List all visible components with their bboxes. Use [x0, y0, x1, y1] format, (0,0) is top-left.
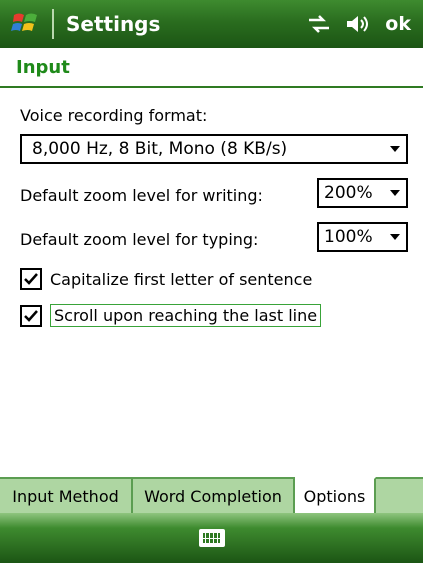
title-bar: Settings ok — [0, 0, 423, 48]
menu-bar — [0, 513, 423, 563]
chevron-down-icon — [390, 190, 400, 196]
keyboard-icon[interactable] — [198, 529, 225, 547]
tab-word-completion[interactable]: Word Completion — [133, 479, 295, 513]
chevron-down-icon — [390, 234, 400, 240]
checkmark-icon — [24, 309, 38, 322]
chevron-down-icon — [390, 146, 400, 152]
zoom-writing-value: 200% — [324, 183, 373, 203]
page-header: Input — [0, 48, 423, 88]
scroll-checkbox-row[interactable]: Scroll upon reaching the last line — [20, 304, 322, 327]
zoom-typing-value: 100% — [324, 227, 373, 247]
zoom-writing-label: Default zoom level for writing: — [20, 186, 263, 205]
tab-options[interactable]: Options — [295, 477, 376, 513]
page-title: Input — [16, 56, 70, 78]
checkmark-icon — [24, 273, 38, 285]
ok-button[interactable]: ok — [385, 13, 411, 35]
zoom-writing-dropdown[interactable]: 200% — [317, 178, 408, 208]
tab-strip: Input Method Word Completion Options — [0, 477, 423, 513]
zoom-typing-label: Default zoom level for typing: — [20, 230, 259, 249]
windows-start-icon — [11, 13, 37, 31]
title-separator — [52, 9, 54, 39]
speaker-icon[interactable] — [345, 14, 371, 34]
connectivity-icon[interactable] — [307, 14, 331, 34]
capitalize-checkbox-row[interactable]: Capitalize first letter of sentence — [20, 268, 312, 290]
scroll-checkbox[interactable] — [20, 304, 42, 327]
capitalize-checkbox[interactable] — [20, 268, 42, 290]
start-button[interactable] — [0, 0, 52, 48]
zoom-typing-dropdown[interactable]: 100% — [317, 222, 408, 252]
voice-format-label: Voice recording format: — [20, 106, 208, 125]
scroll-label: Scroll upon reaching the last line — [50, 304, 322, 327]
capitalize-label: Capitalize first letter of sentence — [50, 269, 313, 289]
voice-format-value: 8,000 Hz, 8 Bit, Mono (8 KB/s) — [32, 139, 288, 159]
voice-format-dropdown[interactable]: 8,000 Hz, 8 Bit, Mono (8 KB/s) — [20, 134, 408, 164]
settings-content: Voice recording format: 8,000 Hz, 8 Bit,… — [0, 90, 423, 460]
app-title: Settings — [66, 12, 161, 36]
tab-input-method[interactable]: Input Method — [0, 479, 133, 513]
